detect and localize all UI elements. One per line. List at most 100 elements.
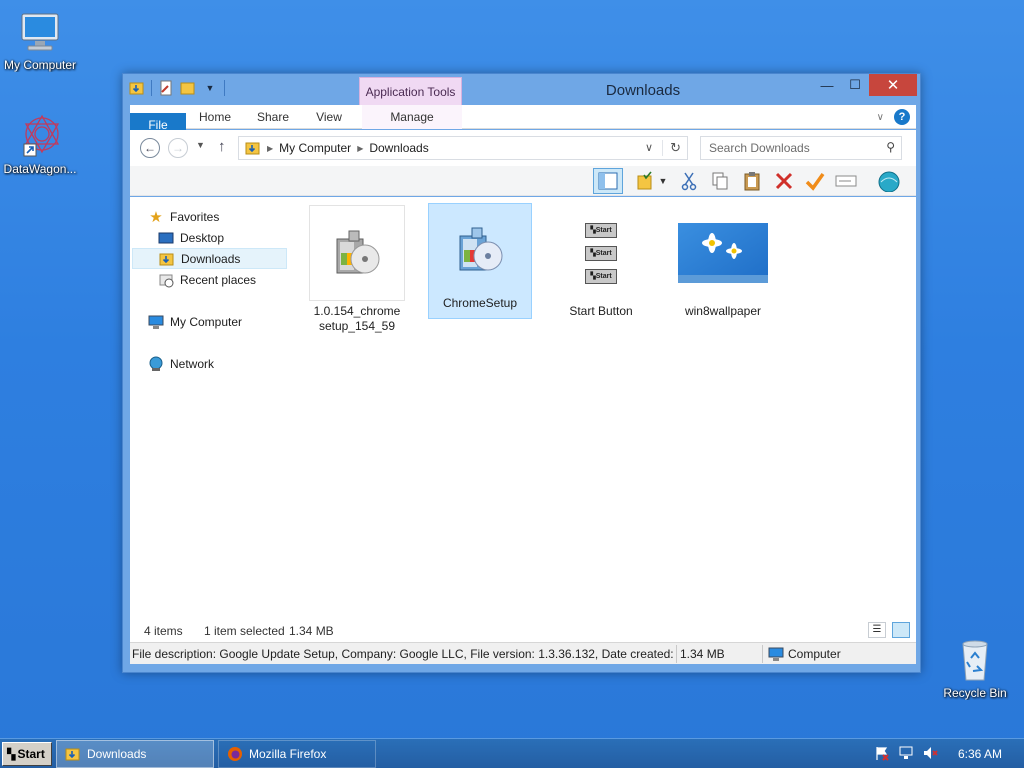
- action-center-flag-icon[interactable]: [874, 745, 890, 764]
- status-item-count: 4 items: [144, 624, 183, 638]
- nav-network[interactable]: Network: [148, 353, 305, 374]
- explorer-window: ▼ Application Tools Downloads — ☐ ✕ File…: [122, 73, 921, 673]
- minimize-button[interactable]: —: [813, 74, 841, 96]
- chevron-down-icon[interactable]: ▼: [202, 80, 218, 96]
- search-placeholder: Search Downloads: [709, 141, 810, 155]
- nav-desktop[interactable]: Desktop: [158, 227, 315, 248]
- content-area: ★ Favorites Desktop Downloads Recent pla…: [130, 197, 916, 640]
- computer-icon: [21, 13, 59, 51]
- checkmark-icon: [805, 172, 825, 191]
- folder-down-icon: [245, 142, 260, 155]
- folder-down-icon[interactable]: [129, 80, 145, 96]
- nav-my-computer[interactable]: My Computer: [148, 311, 305, 332]
- navigation-pane: ★ Favorites Desktop Downloads Recent pla…: [130, 197, 292, 640]
- clock[interactable]: 6:36 AM: [958, 747, 1002, 761]
- desktop-icon-datawagon[interactable]: DataWagon...: [0, 112, 80, 176]
- shell-globe-icon: [878, 171, 900, 192]
- system-tray: 6:36 AM: [874, 739, 1024, 768]
- view-toggle-group: ☰: [868, 622, 910, 638]
- nav-favorites[interactable]: ★ Favorites: [148, 206, 305, 227]
- nav-label: Recent places: [180, 272, 257, 287]
- file-name: ChromeSetup: [442, 296, 518, 310]
- paste-button[interactable]: [739, 169, 765, 193]
- description-size: 1.34 MB: [680, 647, 725, 661]
- volume-muted-icon[interactable]: [922, 745, 938, 764]
- clipboard-icon: [744, 172, 760, 191]
- delete-button[interactable]: [771, 169, 797, 193]
- network-icon: [148, 356, 164, 372]
- copy-button[interactable]: [707, 169, 733, 193]
- address-bar[interactable]: ▶ My Computer ▶ Downloads ∨ ↻: [238, 136, 688, 160]
- navigation-bar: ← → ▼ ↑ ▶ My Computer ▶ Downloads ∨ ↻ Se…: [130, 130, 916, 166]
- properties-icon[interactable]: [158, 80, 174, 96]
- taskbar: ▚ Start Downloads Mozilla Firefox 6:36 A…: [0, 738, 1024, 768]
- minimize-icon: —: [820, 77, 834, 93]
- computer-icon: [148, 314, 164, 330]
- nav-label: Downloads: [181, 251, 241, 266]
- close-button[interactable]: ✕: [869, 74, 917, 96]
- arrow-up-icon: ↑: [218, 138, 226, 155]
- new-folder-icon[interactable]: [180, 80, 196, 96]
- tab-share[interactable]: Share: [248, 105, 298, 129]
- breadcrumb-downloads[interactable]: Downloads: [369, 141, 428, 155]
- desktop-icon-my-computer[interactable]: My Computer: [0, 8, 80, 72]
- toolbar-divider: [151, 80, 152, 96]
- refresh-icon[interactable]: ↻: [662, 140, 681, 156]
- desktop-icon-recycle-bin[interactable]: Recycle Bin: [935, 636, 1015, 700]
- file-item[interactable]: ChromeSetup: [428, 203, 532, 319]
- maximize-button[interactable]: ☐: [841, 74, 869, 96]
- chevron-down-icon[interactable]: ▼: [656, 169, 670, 193]
- file-item[interactable]: ▚Start ▚Start ▚Start Start Button: [553, 205, 649, 321]
- file-name: 1.0.154_chromesetup_154_59: [313, 304, 401, 333]
- tab-view[interactable]: View: [304, 105, 354, 129]
- installer-thumbnail: [429, 204, 531, 296]
- ribbon-tabs: File Home Share View Manage ∨ ?: [130, 105, 916, 137]
- breadcrumb-my-computer[interactable]: My Computer: [279, 141, 351, 155]
- start-button[interactable]: ▚ Start: [2, 742, 52, 766]
- breadcrumb-separator-icon[interactable]: ▶: [267, 144, 273, 153]
- details-view-button[interactable]: ☰: [868, 622, 886, 638]
- nav-label: Favorites: [170, 209, 220, 224]
- breadcrumb-separator-icon[interactable]: ▶: [357, 144, 363, 153]
- taskbar-item-downloads[interactable]: Downloads: [56, 740, 214, 768]
- cut-button[interactable]: [676, 169, 702, 193]
- start-button-frame: ▚Start: [585, 268, 617, 284]
- file-item[interactable]: win8wallpaper: [675, 205, 771, 321]
- expand-ribbon-icon[interactable]: ∨: [877, 112, 884, 123]
- folder-check-icon: [637, 171, 652, 190]
- start-button-frame: ▚Start: [585, 222, 617, 238]
- star-icon: ★: [149, 208, 163, 226]
- window-title: Downloads: [605, 82, 681, 99]
- installer-thumbnail: [309, 205, 405, 301]
- file-description: File description: Google Update Setup, C…: [132, 647, 676, 661]
- up-button[interactable]: ↑: [218, 138, 226, 155]
- taskbar-item-firefox[interactable]: Mozilla Firefox: [218, 740, 376, 768]
- nav-label: My Computer: [170, 314, 243, 329]
- nav-downloads[interactable]: Downloads: [132, 248, 287, 269]
- apply-button[interactable]: [802, 169, 828, 193]
- back-button[interactable]: ←: [140, 138, 160, 158]
- divider: [762, 645, 763, 663]
- scissors-icon: [681, 172, 697, 191]
- file-item[interactable]: 1.0.154_chromesetup_154_59: [309, 205, 405, 336]
- recycle-bin-icon: [962, 640, 988, 681]
- search-input[interactable]: Search Downloads ⚲: [700, 136, 902, 160]
- close-icon: ✕: [886, 77, 900, 94]
- chevron-down-icon[interactable]: ∨: [645, 141, 653, 154]
- help-icon[interactable]: ?: [894, 109, 910, 125]
- shell-button[interactable]: [876, 169, 902, 193]
- tab-manage[interactable]: Manage: [362, 105, 462, 129]
- tab-home[interactable]: Home: [190, 105, 240, 129]
- status-bar: 4 items 1 item selected 1.34 MB ☰: [130, 620, 916, 642]
- preview-pane-button[interactable]: [593, 168, 623, 194]
- large-icons-view-button[interactable]: [892, 622, 910, 638]
- datawagon-shortcut-icon: [23, 114, 60, 157]
- recent-locations-button[interactable]: ▼: [196, 140, 205, 150]
- network-status-icon[interactable]: [898, 745, 914, 764]
- rename-button[interactable]: [833, 169, 859, 193]
- title-bar[interactable]: ▼ Application Tools Downloads — ☐ ✕: [123, 74, 920, 105]
- nav-recent-places[interactable]: Recent places: [158, 269, 315, 290]
- forward-button[interactable]: →: [168, 138, 188, 158]
- recent-places-icon: [158, 272, 174, 288]
- nav-label: Network: [170, 356, 215, 371]
